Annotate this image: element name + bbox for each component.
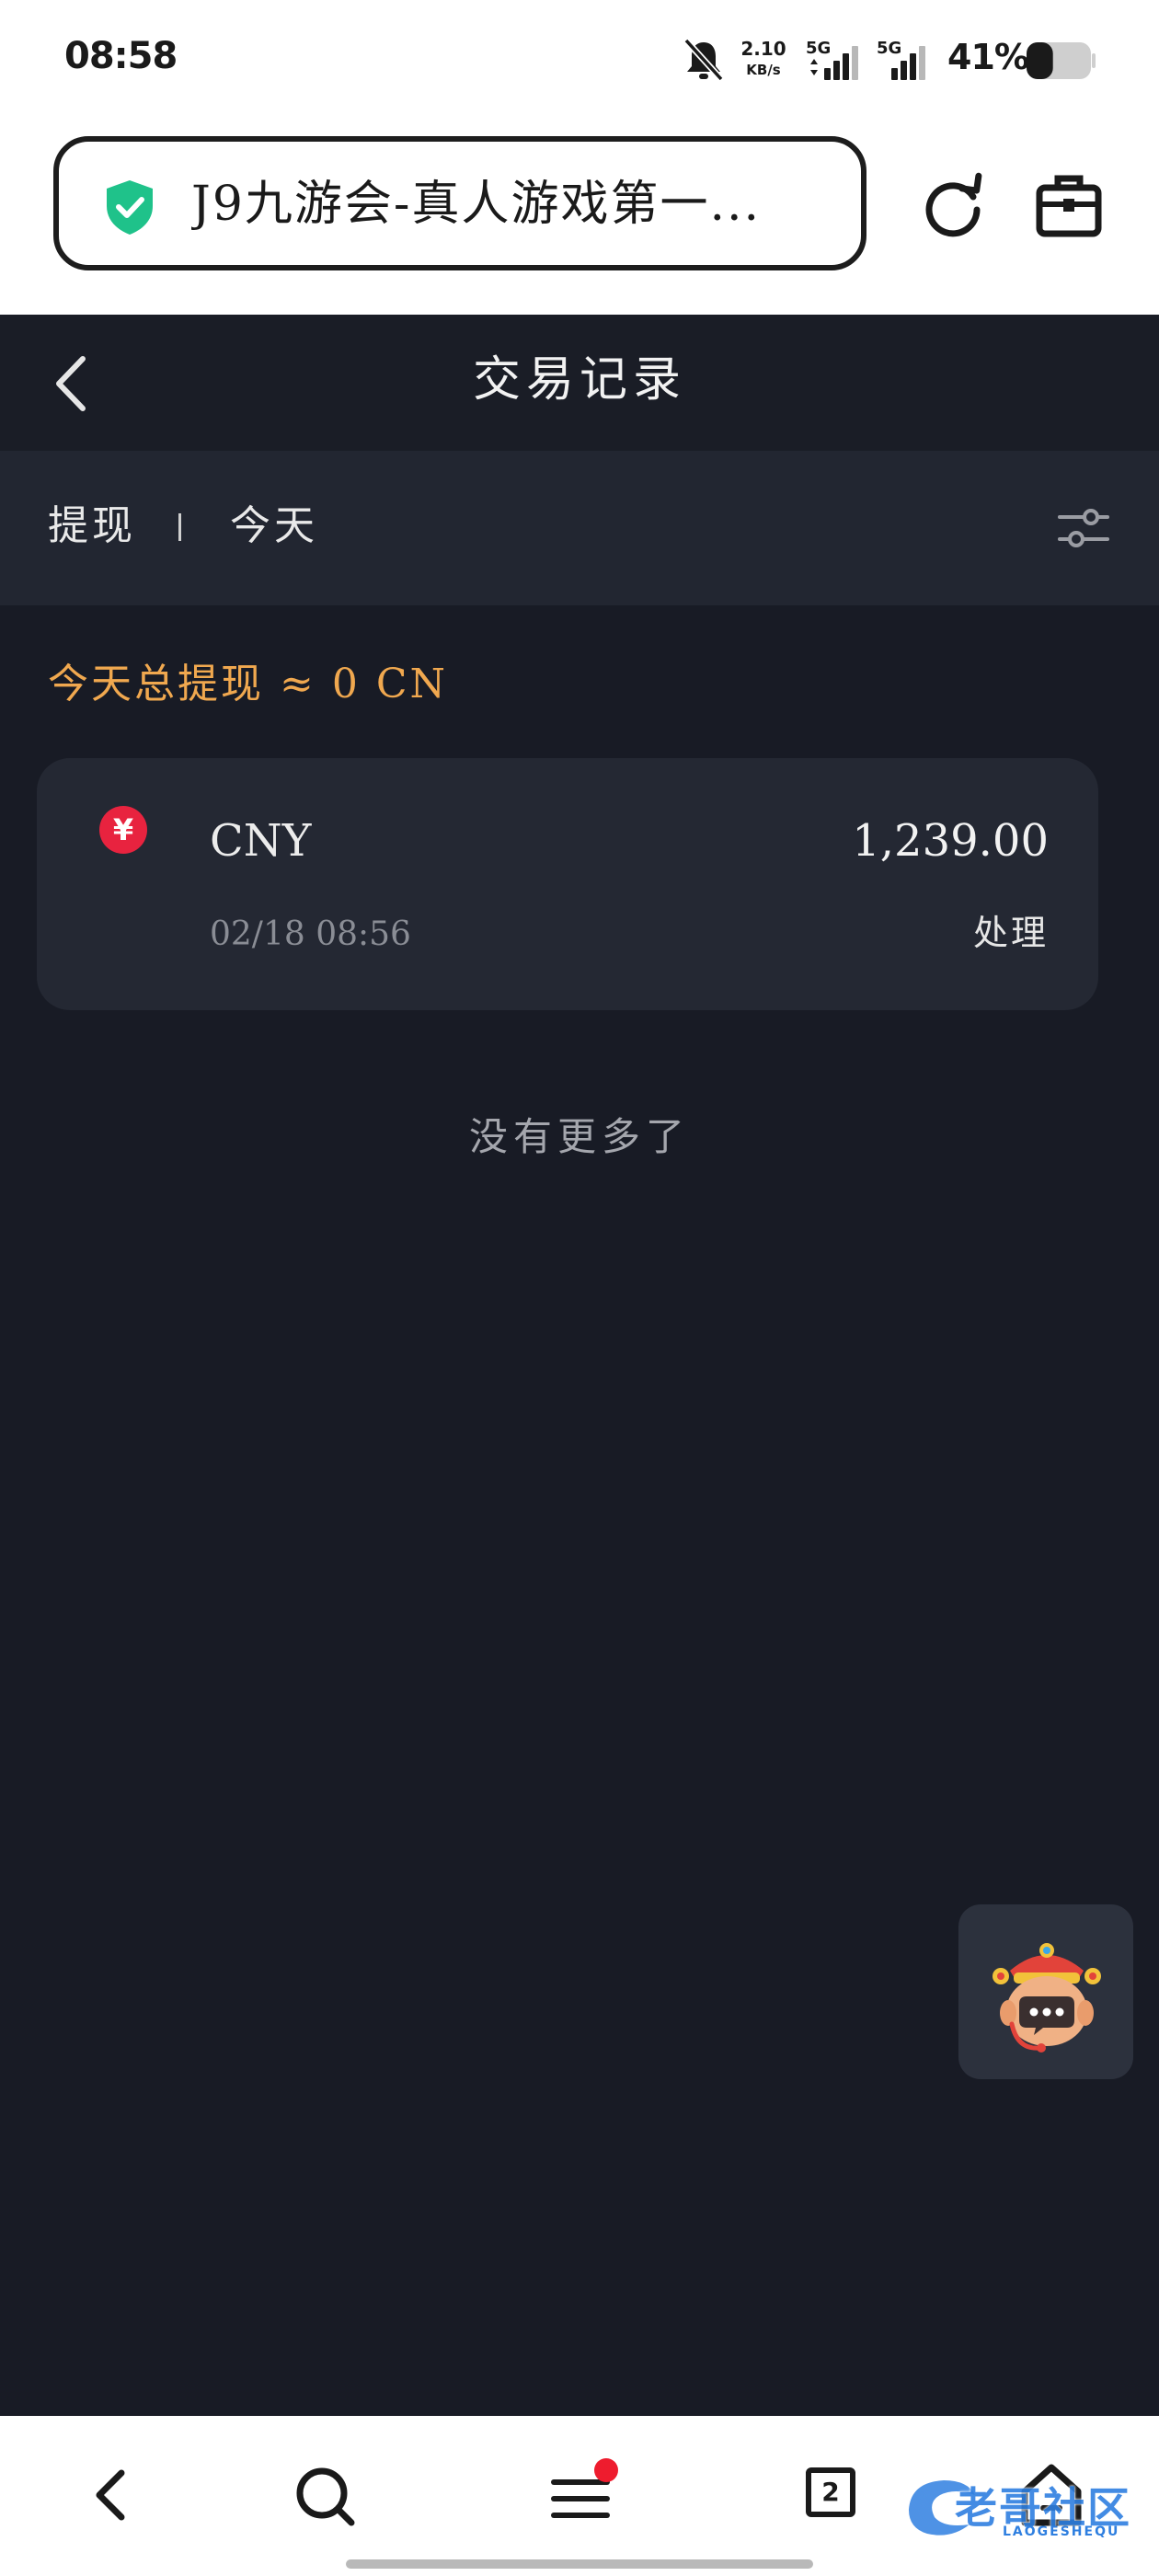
transaction-card[interactable] (37, 758, 1098, 1010)
tabs-count[interactable]: 2 (806, 2467, 855, 2517)
filter-date-selector[interactable]: 今天 (230, 497, 318, 556)
transaction-status: 处理 (972, 913, 1049, 953)
filter-divider (178, 513, 181, 541)
list-end-text: 没有更多了 (468, 1114, 690, 1159)
transaction-time: 02/18 08:56 (210, 915, 411, 953)
filter-bar (0, 451, 1159, 605)
customer-service-mascot-icon[interactable] (975, 1923, 1119, 2061)
filter-type-selector[interactable]: 提现 (48, 497, 136, 556)
filter-settings-icon[interactable] (1056, 502, 1111, 554)
search-icon[interactable] (293, 2464, 357, 2528)
network-speed: 2.10 KB/s (740, 39, 787, 81)
bell-muted-icon (683, 38, 724, 82)
network-speed-unit: KB/s (746, 62, 781, 78)
cellular-signal-icon (891, 46, 925, 80)
page-title: 交易记录 (472, 352, 686, 408)
transaction-amount: 1,239.00 (852, 815, 1049, 867)
yen-currency-icon: ¥ (99, 806, 147, 854)
reload-icon[interactable] (916, 169, 990, 243)
battery-percent: 41% (947, 37, 1029, 77)
page-url-title[interactable]: J9九游会-真人游戏第一... (191, 171, 826, 237)
watermark-subtext: LAOGESHEQU (1003, 2524, 1120, 2539)
nav-back-icon[interactable] (88, 2464, 132, 2526)
withdrawal-summary: 今天总提现 ≈ 0 CN (48, 661, 448, 707)
transaction-currency: CNY (210, 815, 312, 867)
status-time: 08:58 (64, 35, 178, 77)
toolbox-icon[interactable] (1034, 169, 1104, 239)
notification-dot (594, 2458, 618, 2482)
cellular-signal-icon (810, 46, 858, 80)
back-arrow-icon[interactable] (48, 351, 94, 416)
secure-shield-icon (107, 180, 153, 235)
home-indicator[interactable] (346, 2559, 813, 2569)
battery-icon (1027, 42, 1096, 79)
network-speed-value: 2.10 (740, 38, 786, 60)
